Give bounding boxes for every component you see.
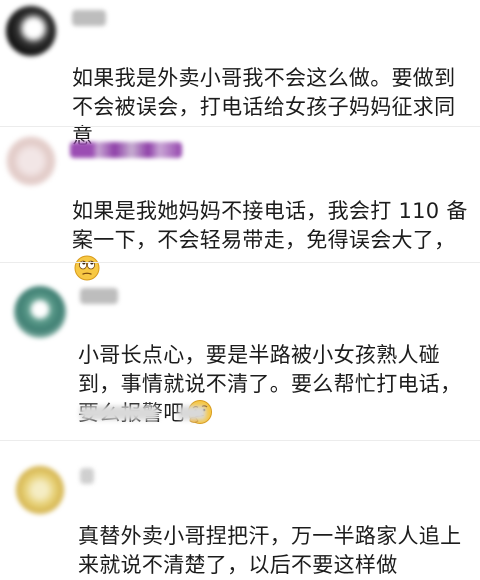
user-name[interactable] (80, 288, 118, 304)
comment-text-content: 真替外卖小哥捏把汗，万一半路家人追上 来就说不清楚了，以后不要这样做 (78, 524, 462, 577)
avatar[interactable] (14, 286, 66, 338)
divider (0, 262, 480, 263)
avatar[interactable] (16, 466, 64, 514)
comment-text: 如果我是外卖小哥我不会这么做。要做到 不会被误会，打电话给女孩子妈妈征求同 意 (72, 35, 472, 151)
avatar[interactable] (6, 136, 56, 186)
comment-text-content: 如果是我她妈妈不接电话，我会打 110 备 案一下，不会轻易带走，免得误会大了， (72, 199, 468, 252)
rolling-eyes-emoji-icon (74, 255, 100, 281)
user-name[interactable] (72, 10, 106, 26)
comment-text: 真替外卖小哥捏把汗，万一半路家人追上 来就说不清楚了，以后不要这样做 (78, 493, 478, 580)
divider (0, 440, 480, 441)
comment-text-content: 如果我是外卖小哥我不会这么做。要做到 不会被误会，打电话给女孩子妈妈征求同 意 (72, 66, 456, 148)
comment-meta (80, 406, 158, 420)
reply-button[interactable] (178, 406, 206, 420)
comment-text: 如果是我她妈妈不接电话，我会打 110 备 案一下，不会轻易带走，免得误会大了， (72, 168, 472, 284)
divider (0, 126, 480, 127)
user-name[interactable] (80, 468, 94, 484)
user-name[interactable] (70, 142, 182, 158)
avatar[interactable] (6, 6, 56, 56)
